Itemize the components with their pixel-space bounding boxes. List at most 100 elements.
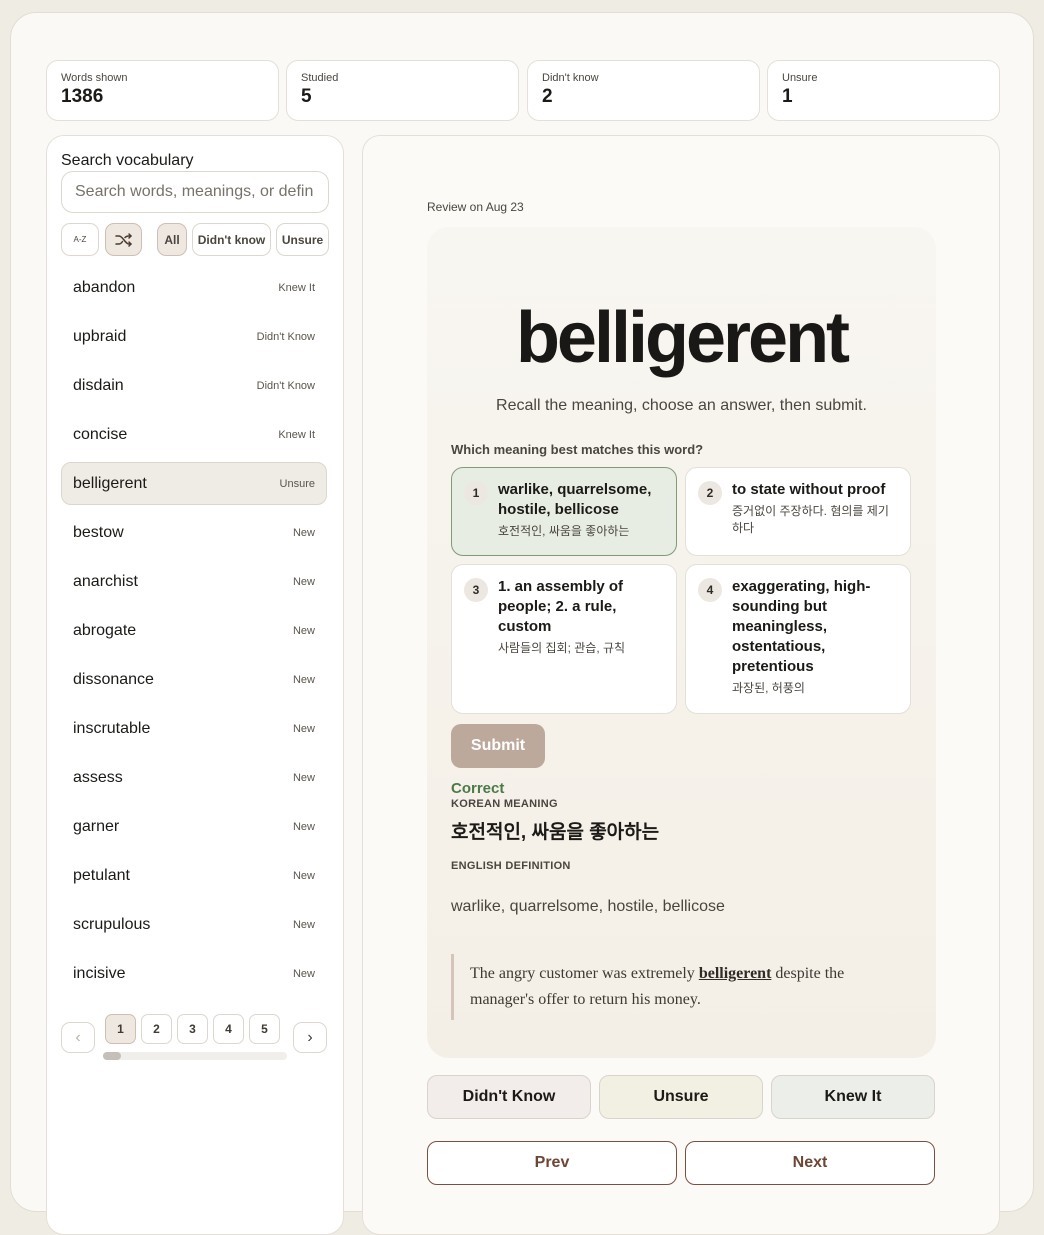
option-english: to state without proof xyxy=(732,481,886,498)
pagination-scrollbar[interactable] xyxy=(103,1052,287,1060)
word-list-item[interactable]: abandon Knew It xyxy=(61,266,327,309)
word-text: inscrutable xyxy=(73,719,151,737)
vocabulary-sidebar: Search vocabulary A-Z All Didn't know Un… xyxy=(46,135,344,1235)
word-text: abandon xyxy=(73,278,136,296)
answer-option-3[interactable]: 3 1. an assembly of people; 2. a rule, c… xyxy=(451,564,677,714)
word-status: New xyxy=(292,820,315,833)
review-date: Review on Aug 23 xyxy=(427,200,524,214)
word-list-item[interactable]: upbraid Didn't Know xyxy=(61,315,327,358)
word-list-item[interactable]: assess New xyxy=(61,756,327,799)
shuffle-icon xyxy=(114,232,132,247)
example-before: The angry customer was extremely xyxy=(470,965,699,982)
knew-it-button[interactable]: Knew It xyxy=(771,1075,935,1119)
stat-words-shown: Words shown 1386 xyxy=(46,60,279,121)
submit-button[interactable]: Submit xyxy=(451,724,545,768)
word-list-item[interactable]: disdain Didn't Know xyxy=(61,364,327,407)
korean-meaning-label: KOREAN MEANING xyxy=(451,798,558,810)
word-list-item-selected[interactable]: belligerent Unsure xyxy=(61,462,327,505)
word-status: New xyxy=(292,771,315,784)
word-text: concise xyxy=(73,425,128,443)
word-text: belligerent xyxy=(73,474,147,492)
word-text: petulant xyxy=(73,866,130,884)
stat-studied: Studied 5 xyxy=(286,60,519,121)
search-input[interactable] xyxy=(61,171,329,213)
word-list-item[interactable]: concise Knew It xyxy=(61,413,327,456)
word-list-item[interactable]: petulant New xyxy=(61,854,327,897)
next-page-button[interactable]: › xyxy=(293,1022,327,1053)
next-button[interactable]: Next xyxy=(685,1141,935,1185)
word-text: disdain xyxy=(73,376,124,394)
word-status: Didn't Know xyxy=(256,330,315,343)
word-text: assess xyxy=(73,768,123,786)
filter-didnt-know-button[interactable]: Didn't know xyxy=(192,223,271,256)
stat-value: 1 xyxy=(782,86,793,107)
answer-option-4[interactable]: 4 exaggerating, high-sounding but meanin… xyxy=(685,564,911,714)
word-list-item[interactable]: incisive New xyxy=(61,952,327,995)
answer-option-2[interactable]: 2 to state without proof 증거없이 주장하다. 혐의를 … xyxy=(685,467,911,556)
sort-az-button[interactable]: A-Z xyxy=(61,223,99,256)
word-text: scrupulous xyxy=(73,915,151,933)
word-status: New xyxy=(292,673,315,686)
word-status: New xyxy=(292,869,315,882)
stat-label: Unsure xyxy=(782,72,818,84)
option-korean: 호전적인, 싸움을 좋아하는 xyxy=(498,524,630,538)
option-korean: 사람들의 집회; 관습, 규칙 xyxy=(498,641,626,655)
word-status: New xyxy=(292,967,315,980)
stat-value: 2 xyxy=(542,86,553,107)
chevron-left-icon: ‹ xyxy=(75,1028,81,1046)
result-label: Correct xyxy=(451,780,505,797)
filter-unsure-button[interactable]: Unsure xyxy=(276,223,329,256)
word-list-item[interactable]: dissonance New xyxy=(61,658,327,701)
scrollbar-thumb[interactable] xyxy=(103,1052,121,1060)
example-sentence: The angry customer was extremely bellige… xyxy=(451,954,891,1020)
stat-value: 1386 xyxy=(61,86,104,107)
option-number: 1 xyxy=(464,481,488,505)
page-button[interactable]: 4 xyxy=(213,1014,244,1044)
word-status: Knew It xyxy=(278,281,315,294)
word-list-item[interactable]: abrogate New xyxy=(61,609,327,652)
word-text: anarchist xyxy=(73,572,138,590)
word-status: Unsure xyxy=(279,477,315,490)
option-korean: 과장된, 허풍의 xyxy=(732,681,805,695)
study-panel: Review on Aug 23 belligerent Recall the … xyxy=(362,135,1000,1235)
prev-page-button[interactable]: ‹ xyxy=(61,1022,95,1053)
pagination: ‹ 1 2 3 4 5 › xyxy=(61,1014,329,1069)
page-button[interactable]: 2 xyxy=(141,1014,172,1044)
app-window: Words shown 1386 Studied 5 Didn't know 2… xyxy=(10,12,1034,1235)
search-label: Search vocabulary xyxy=(61,152,194,169)
option-english: 1. an assembly of people; 2. a rule, cus… xyxy=(498,578,624,635)
page-button[interactable]: 5 xyxy=(249,1014,280,1044)
chevron-right-icon: › xyxy=(307,1028,313,1046)
card-hint: Recall the meaning, choose an answer, th… xyxy=(496,397,867,414)
stat-value: 5 xyxy=(301,86,312,107)
word-status: New xyxy=(292,624,315,637)
word-list-item[interactable]: anarchist New xyxy=(61,560,327,603)
shuffle-button[interactable] xyxy=(105,223,142,256)
word-list-item[interactable]: garner New xyxy=(61,805,327,848)
word-text: garner xyxy=(73,817,120,835)
option-korean: 증거없이 주장하다. 혐의를 제기하다 xyxy=(732,504,889,535)
filter-all-button[interactable]: All xyxy=(157,223,187,256)
example-highlight-word: belligerent xyxy=(698,965,772,982)
word-status: Knew It xyxy=(278,428,315,441)
page-button[interactable]: 1 xyxy=(105,1014,136,1044)
stat-label: Didn't know xyxy=(542,72,599,84)
word-list: abandon Knew It upbraid Didn't Know disdai… xyxy=(61,266,327,1001)
didnt-know-button[interactable]: Didn't Know xyxy=(427,1075,591,1119)
word-status: New xyxy=(292,575,315,588)
answer-option-1[interactable]: 1 warlike, quarrelsome, hostile, bellico… xyxy=(451,467,677,556)
stat-didnt-know: Didn't know 2 xyxy=(527,60,760,121)
option-english: warlike, quarrelsome, hostile, bellicose xyxy=(498,481,652,518)
word-list-item[interactable]: inscrutable New xyxy=(61,707,327,750)
word-status: New xyxy=(292,918,315,931)
word-text: bestow xyxy=(73,523,124,541)
page-button[interactable]: 3 xyxy=(177,1014,208,1044)
word-text: dissonance xyxy=(73,670,154,688)
stat-unsure: Unsure 1 xyxy=(767,60,1000,121)
english-definition-label: ENGLISH DEFINITION xyxy=(451,860,571,872)
unsure-button[interactable]: Unsure xyxy=(599,1075,763,1119)
flashcard: belligerent Recall the meaning, choose a… xyxy=(427,227,936,1058)
word-list-item[interactable]: scrupulous New xyxy=(61,903,327,946)
word-list-item[interactable]: bestow New xyxy=(61,511,327,554)
prev-button[interactable]: Prev xyxy=(427,1141,677,1185)
